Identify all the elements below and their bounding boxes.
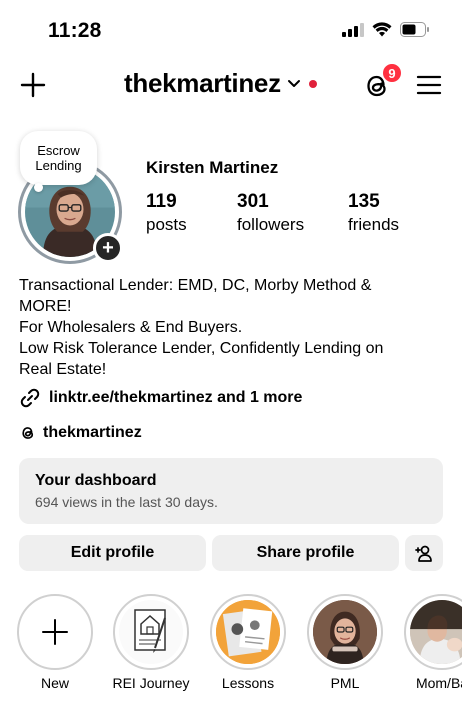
- share-profile-button[interactable]: Share profile: [212, 535, 399, 571]
- highlight-cover: [119, 600, 183, 664]
- stat-friends[interactable]: 135 friends: [348, 191, 399, 235]
- add-story-plus-icon[interactable]: +: [93, 233, 123, 263]
- stat-followers-value: 301: [237, 191, 269, 212]
- edit-profile-button[interactable]: Edit profile: [19, 535, 206, 571]
- account-switcher[interactable]: thekmartinez: [124, 68, 317, 99]
- threads-profile-link[interactable]: thekmartinez: [19, 424, 142, 442]
- stat-friends-label: friends: [348, 215, 400, 234]
- highlight-lessons[interactable]: Lessons: [210, 594, 286, 691]
- highlight-new[interactable]: New: [17, 594, 93, 691]
- highlight-mom-ba[interactable]: Mom/Ba: [404, 594, 462, 691]
- bio-line: For Wholesalers & End Buyers.: [19, 319, 243, 336]
- username: thekmartinez: [124, 68, 281, 98]
- highlight-cover: [313, 600, 377, 664]
- highlight-ring: [17, 594, 93, 670]
- highlight-ring: [113, 594, 189, 670]
- note-line-2: Lending: [35, 158, 82, 173]
- battery-icon: [400, 22, 429, 37]
- plus-icon: [42, 619, 68, 645]
- profile-header: thekmartinez 9: [0, 62, 462, 112]
- note-line-1: Escrow: [37, 143, 80, 158]
- highlight-rei-journey[interactable]: REI Journey: [112, 594, 190, 691]
- highlight-pml[interactable]: PML: [307, 594, 383, 691]
- status-icons: [342, 22, 430, 37]
- dashboard-subtitle: 694 views in the last 30 days.: [35, 494, 218, 510]
- create-plus-icon[interactable]: [18, 70, 48, 100]
- hamburger-menu-icon[interactable]: [416, 74, 442, 96]
- highlight-cover: [410, 600, 462, 664]
- bio-line: Low Risk Tolerance Lender, Confidently L…: [19, 340, 384, 357]
- bio-line: Transactional Lender: EMD, DC, Morby Met…: [19, 277, 372, 294]
- threads-icon: [22, 427, 34, 439]
- professional-dashboard[interactable]: Your dashboard 694 views in the last 30 …: [19, 458, 443, 524]
- bio-link-text: linktr.ee/thekmartinez and 1 more: [49, 389, 303, 406]
- highlight-label: Mom/Ba: [415, 675, 462, 691]
- cellular-signal-icon: [342, 22, 364, 37]
- bio: Transactional Lender: EMD, DC, Morby Met…: [19, 275, 439, 380]
- threads-handle: thekmartinez: [43, 424, 142, 441]
- profile-note[interactable]: Escrow Lending: [20, 131, 97, 185]
- bio-line: MORE!: [19, 298, 72, 315]
- status-bar: 11:28: [0, 0, 462, 62]
- house-contract-icon: [134, 609, 166, 653]
- full-name: Kirsten Martinez: [146, 158, 279, 177]
- note-tail: [34, 183, 43, 192]
- stat-posts-label: posts: [146, 215, 187, 234]
- portrait-image: [410, 600, 462, 664]
- highlight-ring: [210, 594, 286, 670]
- highlight-ring: [307, 594, 383, 670]
- portrait-image: [313, 600, 377, 664]
- chevron-down-icon: [287, 79, 300, 87]
- stat-posts[interactable]: 119 posts: [146, 191, 187, 235]
- bio-line: Real Estate!: [19, 361, 107, 378]
- unread-dot: [308, 79, 317, 88]
- dashboard-title: Your dashboard: [35, 472, 157, 489]
- highlight-ring: [404, 594, 462, 670]
- link-icon: [20, 388, 40, 408]
- add-user-icon: [415, 545, 432, 562]
- wifi-icon: [372, 22, 392, 37]
- lessons-image: [216, 600, 280, 664]
- stat-posts-value: 119: [146, 191, 177, 212]
- notification-badge: 9: [381, 62, 403, 84]
- stat-friends-value: 135: [348, 191, 380, 212]
- stat-followers-label: followers: [237, 215, 305, 234]
- highlight-cover: [216, 600, 280, 664]
- discover-people-button[interactable]: [405, 535, 443, 571]
- bio-link[interactable]: linktr.ee/thekmartinez and 1 more: [19, 387, 302, 409]
- status-time: 11:28: [48, 19, 102, 42]
- stat-followers[interactable]: 301 followers: [237, 191, 304, 235]
- highlight-cover: [23, 600, 87, 664]
